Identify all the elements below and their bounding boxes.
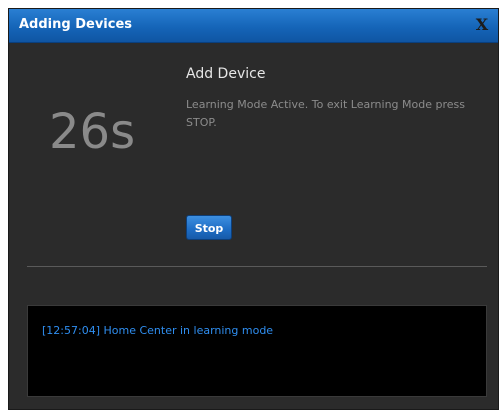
dialog-titlebar: Adding Devices X [9, 9, 498, 43]
countdown-timer: 26s [49, 104, 136, 160]
section-heading: Add Device [186, 66, 266, 82]
adding-devices-dialog: Adding Devices X 26s Add Device Learning… [9, 9, 498, 409]
stop-button[interactable]: Stop [186, 215, 232, 240]
close-button[interactable]: X [474, 16, 490, 34]
log-line: [12:57:04] Home Center in learning mode [42, 324, 274, 337]
log-panel: [12:57:04] Home Center in learning mode [27, 305, 487, 397]
status-message: Learning Mode Active. To exit Learning M… [186, 98, 465, 129]
divider [27, 266, 487, 267]
dialog-title: Adding Devices [19, 17, 133, 32]
